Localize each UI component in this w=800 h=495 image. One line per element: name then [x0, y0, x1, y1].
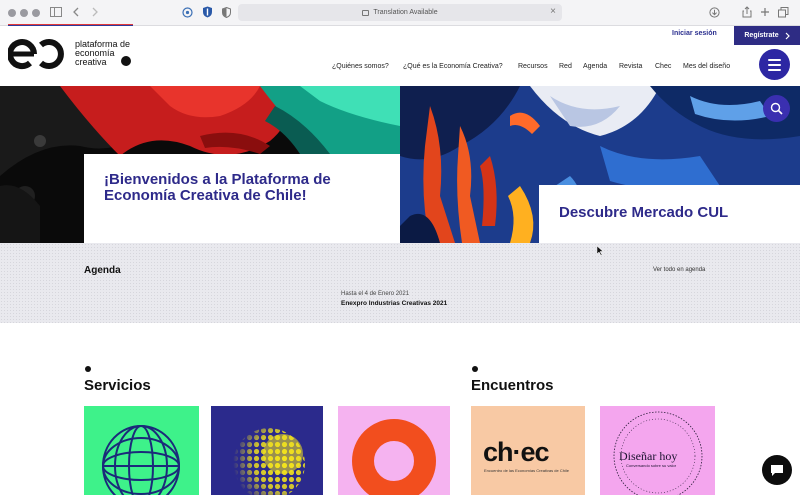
disenar-title: Diseñar hoy: [619, 449, 678, 463]
nav-que-es-economia-creativa[interactable]: ¿Qué es la Economía Creativa?: [403, 63, 503, 70]
hero-right-title[interactable]: Descubre Mercado CUL: [559, 204, 728, 221]
browser-toolbar: Translation Available ×: [0, 0, 800, 26]
agenda-section: [0, 243, 800, 323]
meetings-title: Encuentros: [471, 377, 554, 394]
logo-dot-icon: [121, 56, 131, 66]
nav-mes-del-diseno[interactable]: Mes del diseño: [683, 63, 730, 70]
agenda-view-all-link[interactable]: Ver todo en agenda: [653, 267, 705, 273]
event-date: Hasta el 4 de Enero 2021: [341, 291, 410, 297]
globe-icon: [102, 425, 180, 495]
chat-button[interactable]: [762, 455, 792, 485]
share-icon[interactable]: [741, 4, 753, 20]
nav-recursos[interactable]: Recursos: [518, 63, 548, 70]
back-icon[interactable]: [71, 4, 81, 20]
service-tile-ring[interactable]: [338, 406, 450, 495]
menu-bar: [768, 63, 781, 66]
menu-bar: [768, 68, 781, 71]
address-bar-text: Translation Available: [373, 9, 438, 16]
download-icon[interactable]: [708, 4, 720, 20]
service-tile-halftone[interactable]: [211, 406, 323, 495]
disenar-caption: Conversando sobre su valor: [626, 463, 677, 468]
privacy-icon[interactable]: [221, 4, 231, 20]
sidebar-icon[interactable]: [49, 4, 63, 20]
shield-icon[interactable]: [201, 4, 213, 20]
window-minimize-button[interactable]: [20, 9, 28, 17]
meeting-tile-chec[interactable]: ch·ec Encuentro de las Economías Creativ…: [471, 406, 585, 495]
meetings-dot-icon: [472, 366, 478, 372]
menu-bar: [768, 58, 781, 61]
extension-icon[interactable]: [181, 4, 193, 20]
tabs-overview-icon[interactable]: [777, 4, 789, 20]
nav-red[interactable]: Red: [559, 63, 572, 70]
register-button[interactable]: Regístrate: [734, 26, 800, 45]
nav-chec[interactable]: Chec: [655, 63, 671, 70]
ec-logo-icon[interactable]: [8, 38, 66, 70]
address-bar[interactable]: Translation Available ×: [238, 4, 562, 21]
hero-left-title[interactable]: ¡Bienvenidos a la Plataforma de Economía…: [104, 172, 374, 204]
services-dot-icon: [85, 366, 91, 372]
halftone-sphere-icon: [233, 428, 305, 495]
service-tile-globe[interactable]: [84, 406, 199, 495]
forward-icon[interactable]: [90, 4, 100, 20]
clear-url-icon[interactable]: ×: [550, 6, 556, 17]
window-close-button[interactable]: [8, 9, 16, 17]
meeting-tile-disenar-hoy[interactable]: Diseñar hoy Conversando sobre su valor: [600, 406, 715, 495]
chec-caption: Encuentro de las Economías Creativas de …: [484, 468, 569, 473]
nav-revista[interactable]: Revista: [619, 63, 642, 70]
nav-quienes-somos[interactable]: ¿Quiénes somos?: [332, 63, 389, 70]
login-link[interactable]: Iniciar sesión: [672, 30, 717, 37]
mouse-cursor-icon: [597, 246, 604, 256]
chevron-right-icon: [785, 32, 790, 39]
chile-flag-accent-blue: [8, 25, 133, 26]
nav-agenda[interactable]: Agenda: [583, 63, 607, 70]
window-zoom-button[interactable]: [32, 9, 40, 17]
services-title: Servicios: [84, 377, 151, 394]
ring-icon: [352, 419, 436, 495]
event-title[interactable]: Enexpro Industrias Creativas 2021: [341, 300, 471, 308]
hamburger-menu-button[interactable]: [759, 49, 790, 80]
chat-icon: [771, 464, 783, 476]
agenda-title: Agenda: [84, 265, 121, 276]
search-button[interactable]: [763, 95, 790, 122]
new-tab-icon[interactable]: [759, 4, 771, 20]
translate-icon[interactable]: [362, 9, 370, 16]
register-label: Regístrate: [744, 32, 779, 39]
search-icon: [770, 102, 783, 115]
chec-logo-text: ch·ec: [483, 437, 550, 467]
